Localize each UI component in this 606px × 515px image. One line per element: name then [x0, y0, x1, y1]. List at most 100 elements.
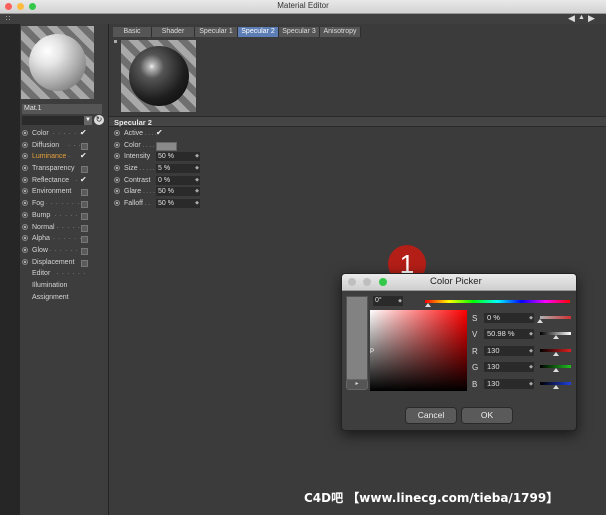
current-color-swatch[interactable]: [346, 296, 368, 380]
material-preview[interactable]: [21, 26, 94, 99]
color-slider-handle[interactable]: [552, 351, 559, 356]
checkmark-icon[interactable]: ✔: [80, 127, 87, 139]
stepper-icon[interactable]: ◆: [529, 362, 533, 372]
property-value-field[interactable]: 0 % ◆: [156, 175, 200, 185]
checkbox[interactable]: [81, 142, 88, 150]
checkmark-icon[interactable]: ✔: [80, 150, 87, 162]
channel-radio-icon[interactable]: [22, 235, 28, 242]
stepper-icon[interactable]: ◆: [529, 379, 533, 389]
zoom-dialog-button[interactable]: [379, 278, 387, 286]
stepper-icon[interactable]: ◆: [195, 199, 199, 208]
refresh-icon[interactable]: ↻: [94, 115, 104, 125]
channel-radio-icon[interactable]: [22, 246, 28, 253]
channel-item[interactable]: Assignment: [20, 292, 108, 304]
color-slider-handle[interactable]: [537, 319, 543, 323]
stepper-icon[interactable]: ◆: [529, 346, 533, 356]
channel-item[interactable]: Glow. . . . . . .: [20, 245, 108, 257]
color-slider-handle[interactable]: [552, 384, 559, 389]
channel-item[interactable]: Normal. . . . .: [20, 222, 108, 234]
tab-anisotropy[interactable]: Anisotropy: [320, 27, 361, 37]
channel-radio-icon[interactable]: [22, 258, 28, 265]
specular-preview[interactable]: [121, 40, 196, 112]
checkbox[interactable]: [81, 201, 88, 209]
color-cursor-icon[interactable]: P: [370, 349, 374, 355]
tab-shader[interactable]: Shader: [152, 27, 195, 37]
property-radio-icon[interactable]: [114, 176, 120, 183]
property-radio-icon[interactable]: [114, 165, 120, 172]
property-value-field[interactable]: 5 % ◆: [156, 164, 200, 174]
stepper-icon[interactable]: ◆: [398, 296, 402, 306]
checkbox[interactable]: [81, 259, 88, 267]
slider-value-field[interactable]: 130 ◆: [484, 345, 534, 356]
channel-item[interactable]: Environment: [20, 186, 108, 198]
property-radio-icon[interactable]: [114, 141, 120, 148]
checkbox[interactable]: [81, 212, 88, 220]
channel-radio-icon[interactable]: [22, 188, 28, 195]
property-value-field[interactable]: 50 % ◆: [156, 199, 200, 209]
property-value-field[interactable]: 50 % ◆: [156, 187, 200, 197]
stepper-icon[interactable]: ◆: [529, 313, 533, 323]
checkmark-icon[interactable]: ✔: [80, 174, 87, 186]
property-value-field[interactable]: 50 % ◆: [156, 152, 200, 162]
checkbox[interactable]: [81, 224, 88, 232]
channel-item[interactable]: Bump. . . . . . .: [20, 210, 108, 222]
color-swatch[interactable]: [156, 141, 177, 151]
hue-field[interactable]: 0° ◆: [373, 296, 403, 306]
channel-radio-icon[interactable]: [22, 165, 28, 172]
channel-item[interactable]: Displacement: [20, 257, 108, 269]
checkbox[interactable]: [81, 166, 88, 174]
color-slider-track[interactable]: [540, 316, 571, 319]
preview-mode-dropdown[interactable]: [22, 116, 92, 125]
tab-specular-1[interactable]: Specular 1: [195, 27, 238, 37]
channel-radio-icon[interactable]: [22, 176, 28, 183]
color-slider-handle[interactable]: [552, 368, 559, 373]
property-radio-icon[interactable]: [114, 200, 120, 207]
up-arrow-icon[interactable]: ▲: [578, 14, 585, 21]
channel-item[interactable]: Editor . . . . . .: [20, 268, 108, 280]
channel-item[interactable]: Diffusion. . . .: [20, 140, 108, 152]
back-arrow-icon[interactable]: ◀: [568, 13, 575, 24]
slider-value-field[interactable]: 130 ◆: [484, 362, 534, 373]
channel-item[interactable]: Luminance. ✔: [20, 151, 108, 163]
channel-item[interactable]: Color . . . . . . ✔: [20, 128, 108, 140]
property-radio-icon[interactable]: [114, 188, 120, 195]
tab-specular-3[interactable]: Specular 3: [279, 27, 320, 37]
stepper-icon[interactable]: ◆: [195, 176, 199, 185]
tab-specular-2[interactable]: Specular 2: [238, 27, 279, 37]
swatch-options-button[interactable]: ▸: [346, 379, 368, 390]
checkbox[interactable]: [81, 236, 88, 244]
material-name-field[interactable]: Mat.1: [22, 104, 102, 114]
cancel-button[interactable]: Cancel: [405, 407, 457, 424]
property-radio-icon[interactable]: [114, 130, 120, 136]
tab-basic[interactable]: Basic: [113, 27, 152, 37]
forward-arrow-icon[interactable]: ▶: [588, 13, 595, 24]
channel-radio-icon[interactable]: [22, 141, 28, 148]
channel-radio-icon[interactable]: [22, 211, 28, 218]
chevron-down-icon[interactable]: ▼: [84, 116, 92, 125]
hue-slider[interactable]: [425, 300, 570, 303]
ok-button[interactable]: OK: [461, 407, 513, 424]
saturation-value-field[interactable]: [370, 310, 467, 391]
channel-radio-icon[interactable]: [22, 153, 28, 160]
slider-value-field[interactable]: 0 % ◆: [484, 313, 534, 323]
channel-item[interactable]: Reflectance. ✔: [20, 175, 108, 187]
channel-item[interactable]: Alpha. . . . . .: [20, 233, 108, 245]
slider-value-field[interactable]: 130 ◆: [484, 378, 534, 389]
channel-item[interactable]: Fog. . . . . . . .: [20, 198, 108, 210]
stepper-icon[interactable]: ◆: [195, 187, 199, 196]
property-radio-icon[interactable]: [114, 153, 120, 160]
channel-item[interactable]: Transparency: [20, 163, 108, 175]
minimize-dialog-button[interactable]: [363, 278, 371, 286]
stepper-icon[interactable]: ◆: [195, 164, 199, 173]
channel-radio-icon[interactable]: [22, 200, 28, 207]
grip-icon[interactable]: [6, 16, 12, 22]
checkbox[interactable]: [81, 247, 88, 255]
preview-handle-icon[interactable]: [114, 40, 117, 43]
channel-radio-icon[interactable]: [22, 223, 28, 230]
stepper-icon[interactable]: ◆: [529, 329, 533, 339]
stepper-icon[interactable]: ◆: [195, 152, 199, 161]
channel-item[interactable]: Illumination: [20, 280, 108, 292]
checkmark-icon[interactable]: ✔: [156, 127, 163, 139]
color-slider-handle[interactable]: [552, 335, 559, 340]
hue-slider-handle[interactable]: [425, 303, 431, 307]
